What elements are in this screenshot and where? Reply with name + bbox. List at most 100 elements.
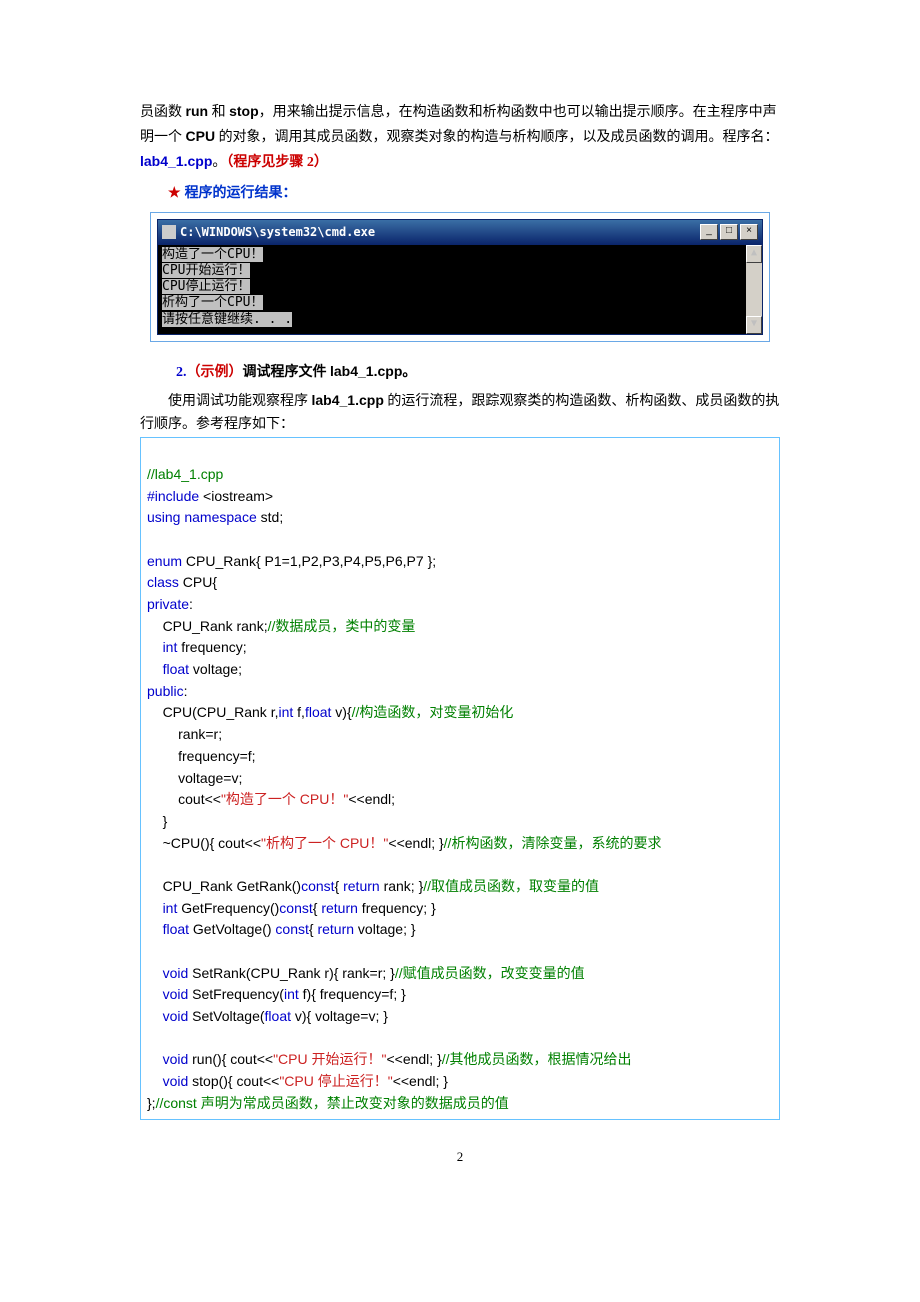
scrollbar[interactable]: ▲ ▼ — [746, 245, 762, 334]
code-line: SetVoltage( — [188, 1008, 264, 1024]
intro-step: （程序见步骤 2） — [226, 155, 328, 170]
code-line: //lab4_1.cpp — [147, 466, 223, 482]
code-line — [147, 661, 163, 677]
code-line: v){ — [331, 704, 351, 720]
code-kw: void — [163, 1073, 189, 1089]
code-comment: //const 声明为常成员函数，禁止改变对象的数据成员的值 — [156, 1095, 509, 1111]
code-line: } — [147, 813, 167, 829]
code-line: GetVoltage() — [189, 921, 275, 937]
console-outer-box: C:\WINDOWS\system32\cmd.exe _ □ × 构造了一个C… — [150, 212, 770, 342]
code-line: voltage=v; — [147, 770, 242, 786]
code-line: class — [147, 574, 179, 590]
intro-text: 和 — [208, 105, 229, 120]
code-box: //lab4_1.cpp #include <iostream> using n… — [140, 437, 780, 1119]
code-line — [147, 1008, 163, 1024]
code-line — [147, 921, 163, 937]
code-line: CPU_Rank GetRank() — [147, 878, 301, 894]
code-kw: return — [321, 900, 358, 916]
code-kw: int — [284, 986, 299, 1002]
section2-number: 2. — [176, 365, 187, 380]
desc-file: lab4_1.cpp — [312, 392, 384, 408]
code-line — [147, 1051, 163, 1067]
code-comment: //其他成员函数，根据情况给出 — [442, 1051, 632, 1067]
code-kw: void — [163, 1051, 189, 1067]
scroll-down-icon[interactable]: ▼ — [746, 316, 762, 334]
code-line: f, — [293, 704, 305, 720]
code-line: { — [335, 878, 344, 894]
code-kw: float — [265, 1008, 291, 1024]
code-line: std; — [257, 509, 283, 525]
code-line: SetFrequency( — [188, 986, 284, 1002]
section2-desc: 使用调试功能观察程序 lab4_1.cpp 的运行流程，跟踪观察类的构造函数、析… — [140, 389, 780, 438]
code-line: public — [147, 683, 184, 699]
section2-rest: 调试程序文件 — [243, 365, 331, 380]
code-line: <<endl; } — [388, 835, 443, 851]
code-line: rank=r; — [147, 726, 222, 742]
code-line: cout<< — [147, 791, 221, 807]
code-kw: float — [163, 661, 189, 677]
code-kw: return — [317, 921, 354, 937]
minimize-button[interactable]: _ — [700, 224, 718, 240]
code-line — [147, 639, 163, 655]
code-line: <<endl; — [348, 791, 395, 807]
desc-a: 使用调试功能观察程序 — [168, 394, 312, 409]
code-kw: const — [301, 878, 334, 894]
code-line: v){ voltage=v; } — [291, 1008, 388, 1024]
page: 员函数 run 和 stop，用来输出提示信息，在构造函数和析构函数中也可以输出… — [70, 0, 850, 1208]
cmd-icon — [162, 225, 176, 239]
code-line: private — [147, 596, 189, 612]
star-icon: ★ — [168, 186, 181, 201]
code-comment: //取值成员函数，取变量的值 — [423, 878, 599, 894]
code-line — [147, 965, 163, 981]
code-line: <iostream> — [199, 488, 273, 504]
intro-paragraph: 员函数 run 和 stop，用来输出提示信息，在构造函数和析构函数中也可以输出… — [140, 100, 780, 174]
code-line: CPU_Rank{ P1=1,P2,P3,P4,P5,P6,P7 }; — [182, 553, 436, 569]
intro-cpu: CPU — [186, 128, 216, 144]
scroll-up-icon[interactable]: ▲ — [746, 245, 762, 263]
console-line: 构造了一个CPU！ — [162, 247, 758, 263]
titlebar: C:\WINDOWS\system32\cmd.exe _ □ × — [158, 220, 762, 244]
code-line: #include — [147, 488, 199, 504]
intro-stop: stop — [229, 103, 259, 119]
intro-file: lab4_1.cpp — [140, 153, 212, 169]
code-line: using namespace — [147, 509, 257, 525]
console-body: 构造了一个CPU！ CPU开始运行！ CPU停止运行！ 析构了一个CPU！ 请按… — [158, 245, 762, 334]
code-kw: float — [163, 921, 189, 937]
code-kw: return — [343, 878, 380, 894]
code-comment: //析构函数，清除变量，系统的要求 — [444, 835, 662, 851]
code-line: GetFrequency() — [177, 900, 279, 916]
code-str: "CPU 停止运行！" — [279, 1073, 392, 1089]
maximize-button[interactable]: □ — [720, 224, 738, 240]
console-line: CPU停止运行！ — [162, 279, 758, 295]
console-window: C:\WINDOWS\system32\cmd.exe _ □ × 构造了一个C… — [157, 219, 763, 335]
window-title: C:\WINDOWS\system32\cmd.exe — [180, 222, 375, 242]
code-kw: int — [278, 704, 293, 720]
code-comment: //构造函数，对变量初始化 — [352, 704, 514, 720]
page-number: 2 — [140, 1146, 780, 1168]
code-line: enum — [147, 553, 182, 569]
code-line: voltage; } — [354, 921, 416, 937]
code-line: stop(){ cout<< — [188, 1073, 279, 1089]
section2-end: 。 — [402, 365, 416, 380]
code-line: CPU{ — [179, 574, 217, 590]
titlebar-buttons: _ □ × — [700, 224, 758, 240]
code-kw: void — [163, 1008, 189, 1024]
code-comment: //数据成员，类中的变量 — [268, 618, 416, 634]
code-line: CPU_Rank rank; — [147, 618, 268, 634]
code-kw: void — [163, 965, 189, 981]
code-kw: int — [163, 639, 178, 655]
console-line: 请按任意键继续. . . — [162, 312, 758, 328]
code-line: frequency=f; — [147, 748, 256, 764]
intro-text: 。 — [212, 155, 226, 170]
code-line: run(){ cout<< — [188, 1051, 273, 1067]
console-line: 析构了一个CPU！ — [162, 295, 758, 311]
close-button[interactable]: × — [740, 224, 758, 240]
code-line: SetRank(CPU_Rank r){ rank=r; } — [188, 965, 395, 981]
code-line: <<endl; } — [393, 1073, 448, 1089]
code-line — [147, 986, 163, 1002]
code-str: "构造了一个 CPU！" — [221, 791, 348, 807]
code-line: voltage; — [189, 661, 242, 677]
code-kw: float — [305, 704, 331, 720]
code-line: frequency; — [177, 639, 246, 655]
code-comment: //赋值成员函数，改变变量的值 — [395, 965, 585, 981]
